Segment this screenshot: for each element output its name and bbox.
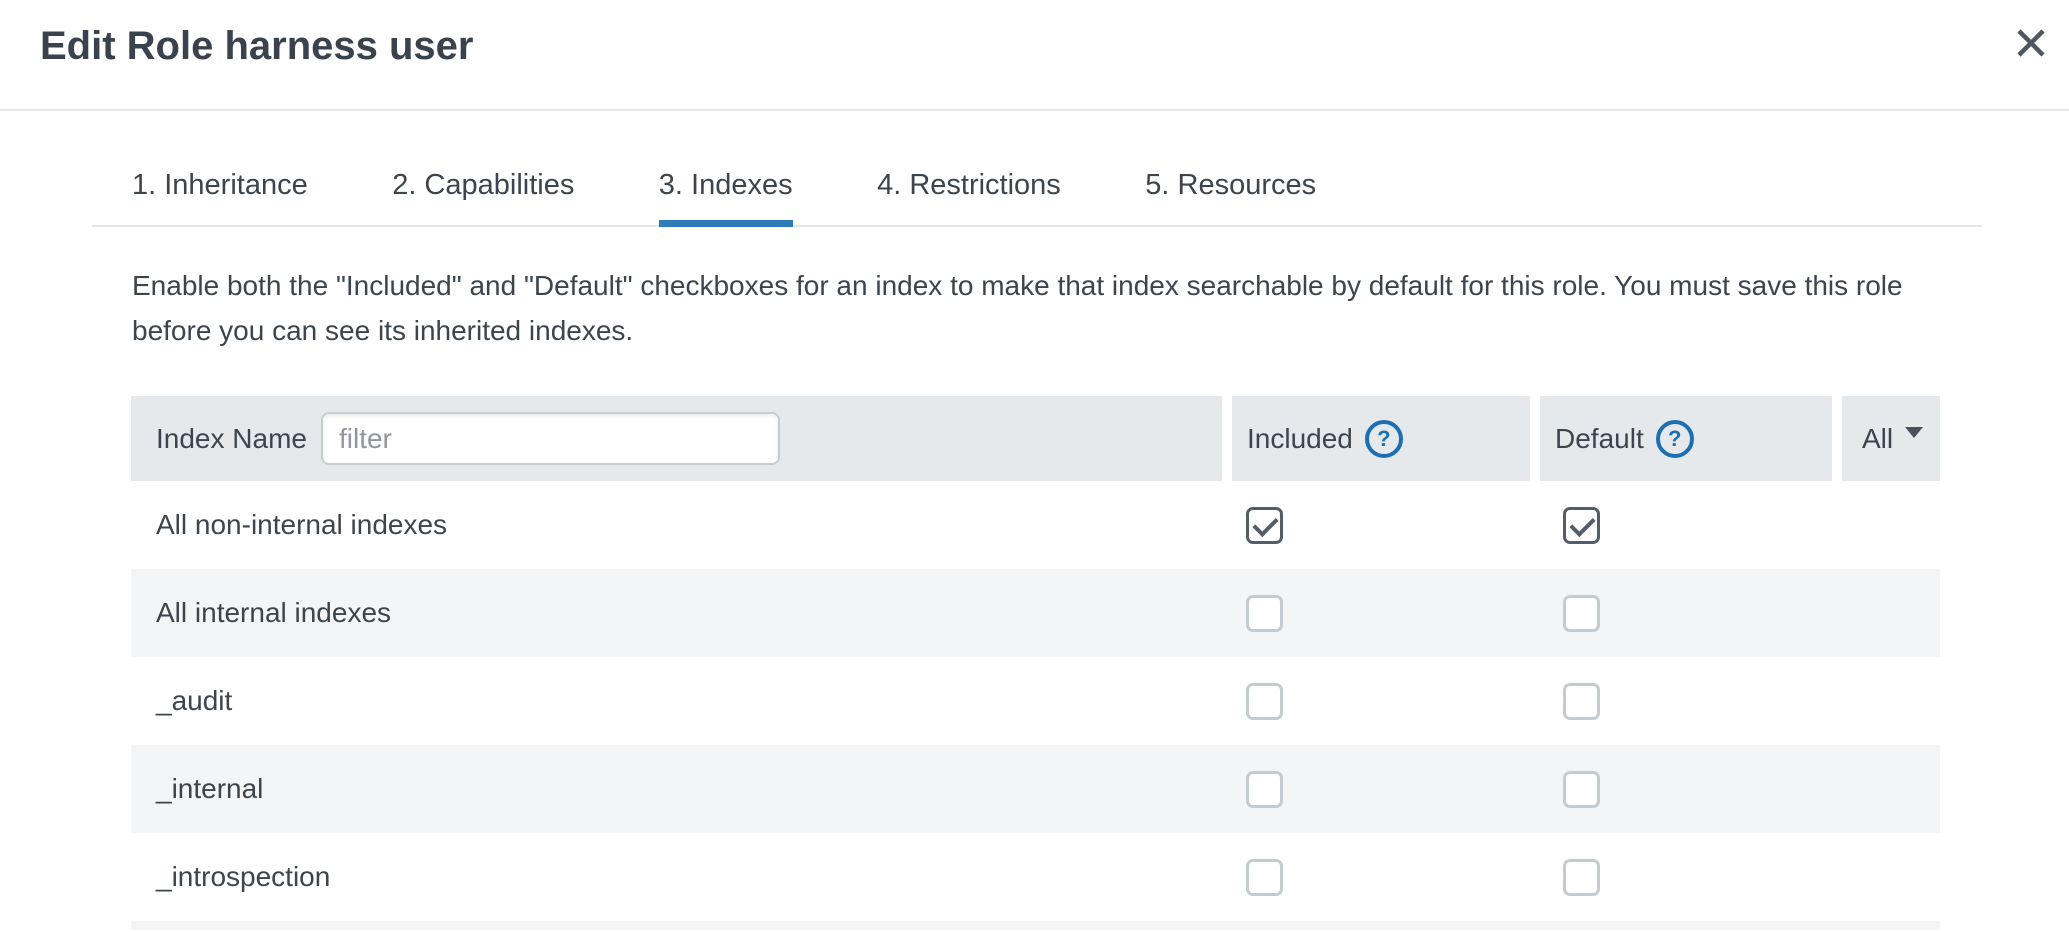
included-header-label: Included — [1247, 423, 1353, 455]
tab-indexes[interactable]: 3. Indexes — [659, 168, 793, 225]
included-checkbox[interactable] — [1246, 507, 1283, 544]
dialog-header: Edit Role harness user — [0, 0, 2069, 111]
table-row: All internal indexes — [131, 569, 1940, 657]
table-row: _audit — [131, 657, 1940, 745]
default-cell — [1563, 683, 1880, 720]
tab-inheritance[interactable]: 1. Inheritance — [132, 168, 308, 225]
included-cell — [1246, 595, 1563, 632]
included-checkbox[interactable] — [1246, 771, 1283, 808]
default-header-cell: Default ? — [1540, 396, 1832, 481]
edit-role-dialog: Edit Role harness user 1. Inheritance 2.… — [0, 0, 2069, 930]
default-cell — [1563, 507, 1880, 544]
default-checkbox[interactable] — [1563, 595, 1600, 632]
partial-next-row — [131, 921, 1940, 930]
included-cell — [1246, 771, 1563, 808]
index-name-cell: All internal indexes — [131, 597, 1246, 629]
index-name-header-cell: Index Name — [131, 396, 1222, 481]
default-cell — [1563, 859, 1880, 896]
description-line2: before you can see its inherited indexes… — [132, 315, 633, 346]
table-header: Index Name Included ? Default ? All — [131, 396, 1940, 481]
tab-restrictions[interactable]: 4. Restrictions — [877, 168, 1061, 225]
table-row: _internal — [131, 745, 1940, 833]
included-header-cell: Included ? — [1232, 396, 1530, 481]
default-checkbox[interactable] — [1563, 859, 1600, 896]
default-cell — [1563, 771, 1880, 808]
default-cell — [1563, 595, 1880, 632]
close-button[interactable] — [2009, 22, 2053, 66]
default-header-label: Default — [1555, 423, 1644, 455]
default-help-icon[interactable]: ? — [1656, 420, 1694, 458]
index-name-cell: _introspection — [131, 861, 1246, 893]
indexes-table: Index Name Included ? Default ? All All … — [131, 396, 1940, 930]
default-checkbox[interactable] — [1563, 683, 1600, 720]
included-cell — [1246, 683, 1563, 720]
index-name-header-label: Index Name — [156, 423, 307, 455]
included-checkbox[interactable] — [1246, 859, 1283, 896]
all-dropdown-label: All — [1862, 423, 1893, 455]
description-line1: Enable both the "Included" and "Default"… — [132, 270, 1903, 301]
included-checkbox[interactable] — [1246, 683, 1283, 720]
included-checkbox[interactable] — [1246, 595, 1283, 632]
table-row: All non-internal indexes — [131, 481, 1940, 569]
index-name-cell: _audit — [131, 685, 1246, 717]
included-cell — [1246, 859, 1563, 896]
tab-bar: 1. Inheritance 2. Capabilities 3. Indexe… — [92, 168, 1982, 227]
table-row: _introspection — [131, 833, 1940, 921]
tab-resources[interactable]: 5. Resources — [1145, 168, 1316, 225]
filter-input[interactable] — [321, 412, 780, 465]
index-name-cell: All non-internal indexes — [131, 509, 1246, 541]
tab-capabilities[interactable]: 2. Capabilities — [392, 168, 574, 225]
close-icon — [2013, 25, 2049, 61]
default-checkbox[interactable] — [1563, 507, 1600, 544]
chevron-down-icon — [1905, 427, 1923, 438]
included-help-icon[interactable]: ? — [1365, 420, 1403, 458]
description: Enable both the "Included" and "Default"… — [132, 263, 2069, 353]
index-name-cell: _internal — [131, 773, 1246, 805]
page-title: Edit Role harness user — [0, 0, 2069, 68]
default-checkbox[interactable] — [1563, 771, 1600, 808]
all-dropdown[interactable]: All — [1842, 396, 1940, 481]
included-cell — [1246, 507, 1563, 544]
